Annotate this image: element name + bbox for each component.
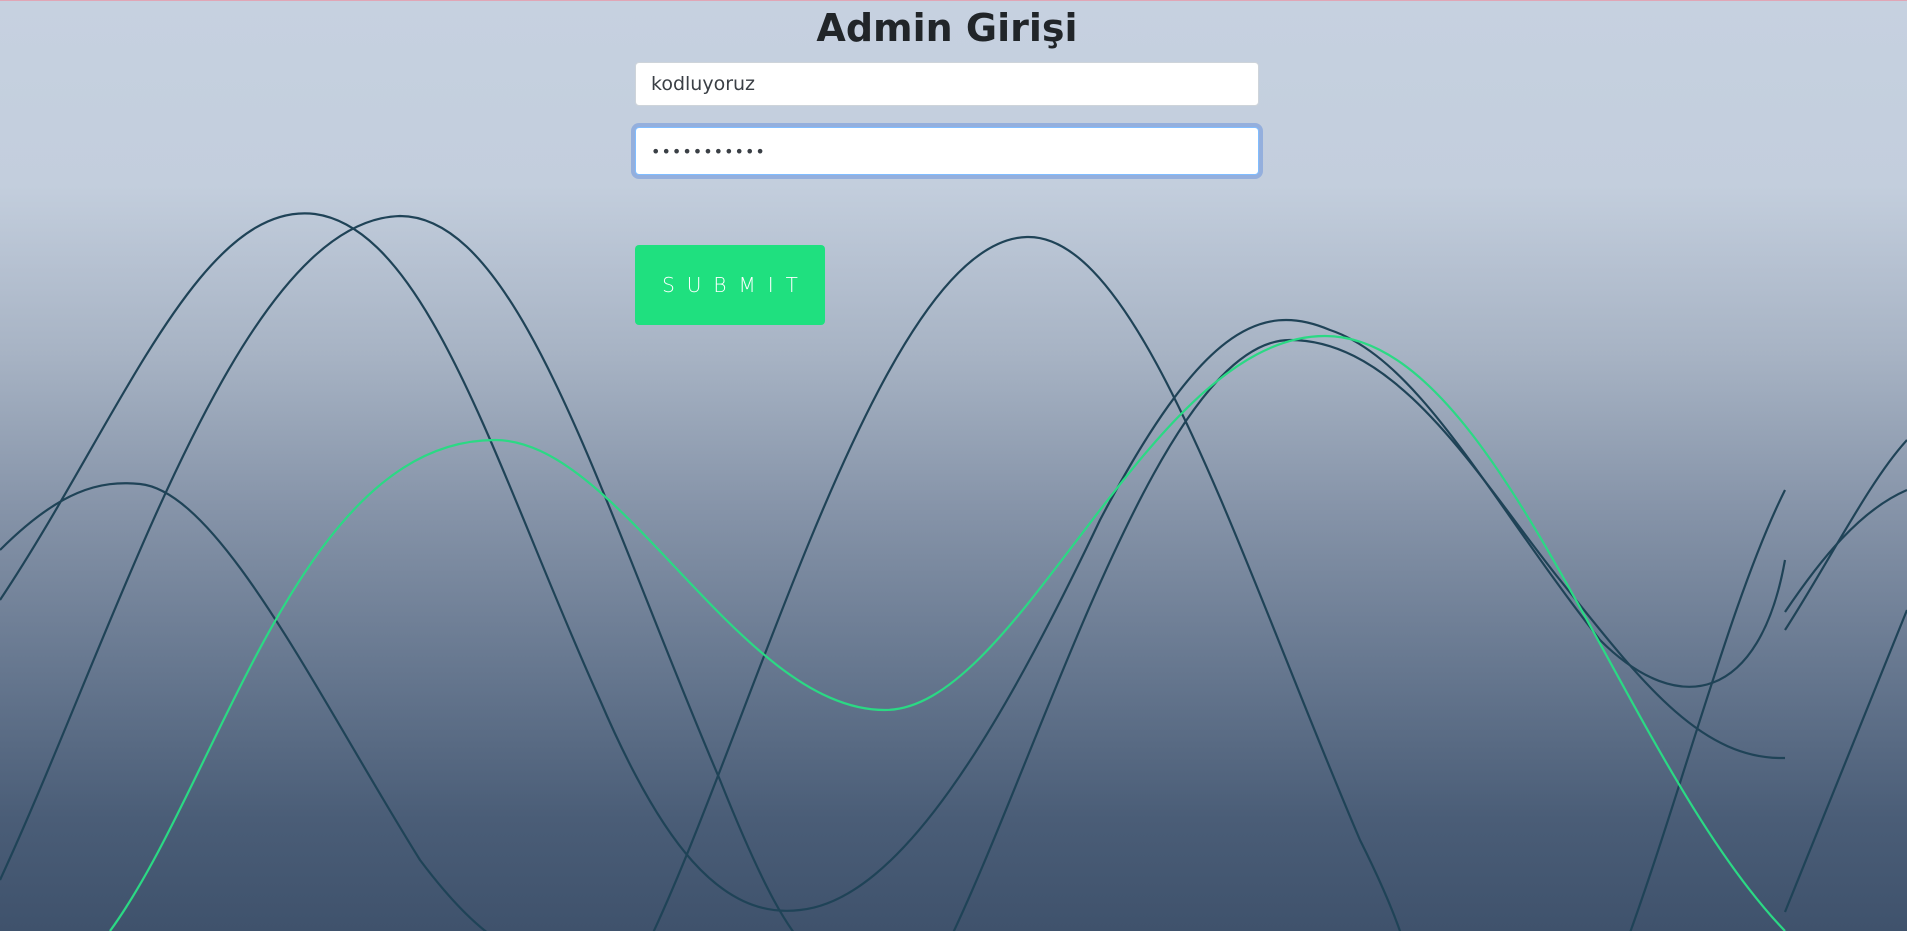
wave-line-9 <box>1784 488 1907 613</box>
wave-line-5 <box>952 338 1786 931</box>
submit-button[interactable]: SUBMIT <box>635 245 825 325</box>
wave-line-3 <box>0 482 488 931</box>
password-input[interactable] <box>635 127 1259 175</box>
wave-line-green <box>109 334 1786 931</box>
username-input[interactable] <box>635 62 1259 106</box>
wave-line-6 <box>1629 489 1786 931</box>
wave-line-8 <box>1783 609 1907 913</box>
wave-line-1 <box>0 212 1787 912</box>
page-title: Admin Girişi <box>816 6 1078 50</box>
